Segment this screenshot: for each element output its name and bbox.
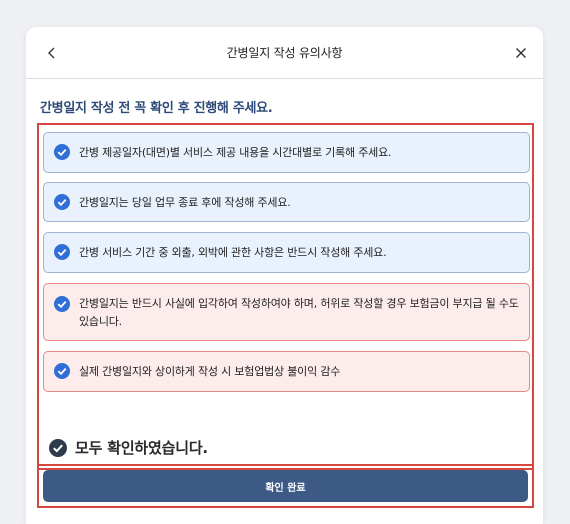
intro-text: 간병일지 작성 전 꼭 확인 후 진행해 주세요. [40, 101, 273, 116]
notice-text: 간병일지는 반드시 사실에 입각하여 작성하여야 하며, 허위로 작성할 경우 … [79, 297, 519, 328]
close-icon [516, 48, 526, 58]
close-button[interactable] [509, 41, 533, 65]
confirm-all-checkbox[interactable]: 모두 확인하였습니다. [49, 437, 208, 458]
complete-button[interactable]: 확인 완료 [43, 470, 528, 502]
notice-text: 간병 제공일자(대면)별 서비스 제공 내용을 시간대별로 기록해 주세요. [79, 146, 392, 159]
notice-item: 간병일지는 당일 업무 종료 후에 작성해 주세요. [43, 182, 530, 222]
check-circle-icon [54, 363, 70, 379]
notice-text: 간병일지는 당일 업무 종료 후에 작성해 주세요. [79, 196, 291, 209]
confirm-all-label: 모두 확인하였습니다. [75, 439, 208, 457]
notice-item: 간병 서비스 기간 중 외출, 외박에 관한 사항은 반드시 작성해 주세요. [43, 232, 530, 273]
check-circle-icon [54, 194, 70, 210]
notice-item-warning: 실제 간병일지와 상이하게 작성 시 보험업법상 불이익 감수 [43, 351, 530, 392]
notice-text: 실제 간병일지와 상이하게 작성 시 보험업법상 불이익 감수 [79, 365, 341, 378]
check-circle-icon [54, 296, 70, 312]
notice-list-highlight: 간병 제공일자(대면)별 서비스 제공 내용을 시간대별로 기록해 주세요. 간… [37, 123, 534, 470]
check-circle-icon [54, 144, 70, 160]
modal-header: 간병일지 작성 유의사항 [26, 27, 543, 79]
check-circle-icon [54, 244, 70, 260]
notice-text: 간병 서비스 기간 중 외출, 외박에 관한 사항은 반드시 작성해 주세요. [79, 246, 387, 259]
complete-button-highlight: 확인 완료 [37, 464, 534, 508]
modal-title: 간병일지 작성 유의사항 [226, 46, 343, 60]
notice-modal: 간병일지 작성 유의사항 간병일지 작성 전 꼭 확인 후 진행해 주세요. 간… [26, 27, 543, 524]
notice-item: 간병 제공일자(대면)별 서비스 제공 내용을 시간대별로 기록해 주세요. [43, 132, 530, 173]
check-circle-icon [49, 438, 67, 457]
notice-item-warning: 간병일지는 반드시 사실에 입각하여 작성하여야 하며, 허위로 작성할 경우 … [43, 283, 530, 341]
